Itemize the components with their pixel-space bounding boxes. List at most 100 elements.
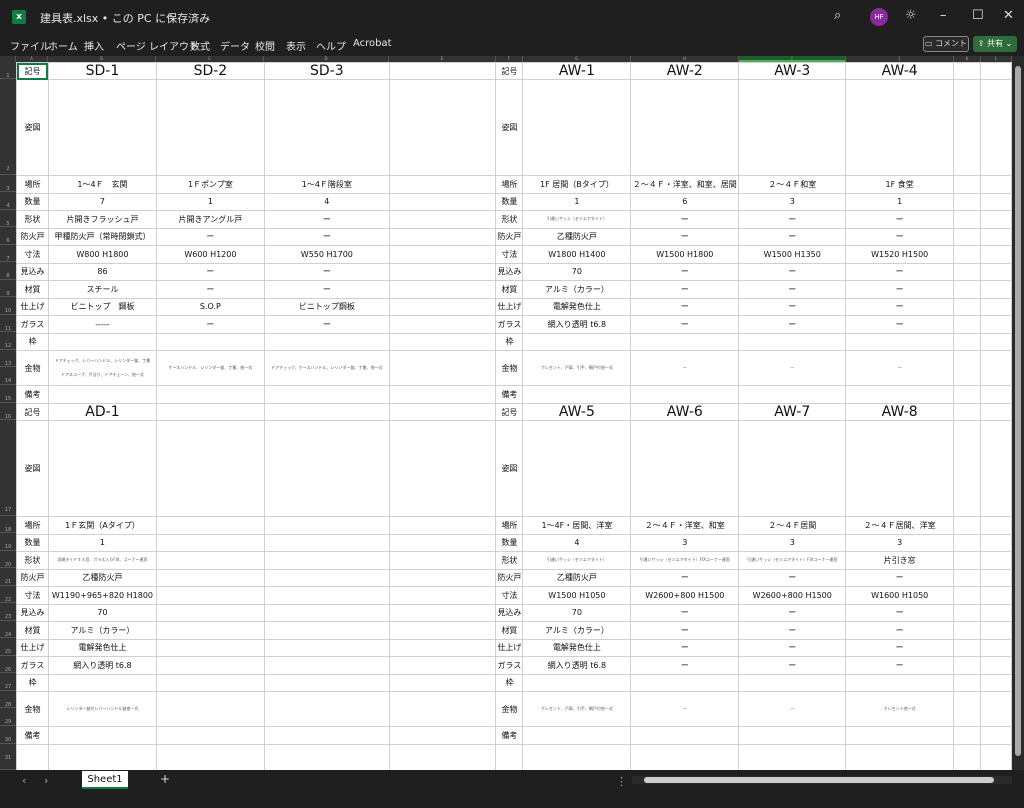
cell[interactable]	[388, 656, 497, 675]
cell[interactable]: ー	[738, 227, 847, 246]
cell[interactable]	[630, 673, 740, 692]
chevron-left-icon[interactable]: ‹	[22, 774, 26, 787]
row-label[interactable]: 防火戸	[495, 568, 524, 587]
row-label[interactable]: 見込み	[16, 603, 49, 622]
cell[interactable]: ー	[630, 568, 740, 587]
item-code[interactable]: AW-2	[630, 62, 740, 80]
item-code[interactable]: AW-5	[522, 403, 632, 421]
cell[interactable]: 1F 居間（Bタイプ）	[522, 175, 632, 194]
row-label[interactable]: 材質	[16, 621, 49, 640]
cell[interactable]	[953, 673, 982, 692]
cell[interactable]	[263, 726, 390, 745]
cell[interactable]	[388, 79, 497, 176]
cell[interactable]: 3	[845, 533, 955, 552]
row-label[interactable]: ガラス	[495, 656, 524, 675]
avatar[interactable]: HF	[870, 8, 888, 26]
cell[interactable]	[495, 744, 524, 770]
cell[interactable]: 片開きフラッシュ戸	[47, 210, 157, 229]
cell[interactable]	[388, 726, 497, 745]
cell[interactable]: W800 H1800	[47, 245, 157, 264]
cell[interactable]: ー	[845, 280, 955, 299]
cell[interactable]	[155, 744, 265, 770]
cell[interactable]	[388, 603, 497, 622]
cell[interactable]	[953, 192, 982, 211]
row-header[interactable]: 1	[0, 62, 16, 79]
row-label[interactable]: 金物	[495, 350, 524, 386]
cell[interactable]	[980, 385, 1012, 404]
cell[interactable]: アルミ（カラー）	[522, 621, 632, 640]
menu-home[interactable]: ホーム	[48, 38, 78, 53]
row-label[interactable]: 防火戸	[16, 227, 49, 246]
more-icon[interactable]: ⋮	[616, 775, 627, 788]
cell[interactable]	[263, 551, 390, 570]
cell[interactable]: W1800 H1400	[522, 245, 632, 264]
cell[interactable]	[388, 516, 497, 535]
cell[interactable]: 片引き窓	[845, 551, 955, 570]
cell[interactable]	[155, 691, 265, 727]
cell[interactable]	[738, 332, 847, 351]
row-header[interactable]: 2	[0, 79, 16, 175]
cell[interactable]	[980, 603, 1012, 622]
row-header[interactable]: 28	[0, 691, 16, 708]
row-label[interactable]: 金物	[16, 691, 49, 727]
row-header[interactable]: 8	[0, 262, 16, 280]
cell[interactable]: 7	[47, 192, 157, 211]
cell[interactable]	[980, 245, 1012, 264]
cell[interactable]	[47, 79, 157, 176]
cell[interactable]	[388, 332, 497, 351]
cell[interactable]: ー	[630, 691, 740, 727]
cell[interactable]	[522, 673, 632, 692]
minimize-icon[interactable]: –	[940, 8, 947, 23]
row-label[interactable]: 数量	[16, 533, 49, 552]
cell[interactable]	[155, 621, 265, 640]
row-label[interactable]: 場所	[16, 175, 49, 194]
cell[interactable]	[738, 673, 847, 692]
row-label[interactable]: 記号	[495, 62, 524, 80]
item-code[interactable]: AD-1	[47, 403, 157, 421]
cell[interactable]	[630, 726, 740, 745]
cell[interactable]: ー	[738, 262, 847, 281]
cell[interactable]: ー	[263, 280, 390, 299]
cell[interactable]	[953, 280, 982, 299]
cell[interactable]: ー	[845, 621, 955, 640]
cell[interactable]	[953, 744, 982, 770]
menu-data[interactable]: データ	[220, 38, 250, 53]
cell[interactable]	[155, 726, 265, 745]
cell[interactable]	[738, 79, 847, 176]
cell[interactable]: クレセント、戸車、引手、網戸付他一式	[522, 691, 632, 727]
cell[interactable]	[953, 332, 982, 351]
row-header[interactable]: 6	[0, 227, 16, 245]
cell[interactable]: W1500 H1050	[522, 586, 632, 605]
row-header[interactable]: 4	[0, 192, 16, 210]
lightbulb-icon[interactable]: ☼	[905, 8, 917, 23]
cell[interactable]	[155, 516, 265, 535]
cell[interactable]: ー	[630, 227, 740, 246]
cell[interactable]	[263, 603, 390, 622]
row-header[interactable]: 12	[0, 332, 16, 350]
cell[interactable]	[263, 744, 390, 770]
cell[interactable]	[953, 210, 982, 229]
cell[interactable]	[980, 638, 1012, 657]
row-label[interactable]: 形状	[16, 210, 49, 229]
cell[interactable]	[522, 332, 632, 351]
cell[interactable]	[388, 420, 497, 517]
cell[interactable]: クレセント、戸車、引手、網戸付他一式	[522, 350, 632, 386]
cell[interactable]: アルミ（カラー）	[47, 621, 157, 640]
cell[interactable]	[155, 385, 265, 404]
row-label[interactable]: 姿図	[495, 79, 524, 176]
cell[interactable]	[388, 280, 497, 299]
cell[interactable]	[630, 744, 740, 770]
cell[interactable]: ー	[630, 638, 740, 657]
cell[interactable]: 1Ｆ玄関（Aタイプ）	[47, 516, 157, 535]
cell[interactable]	[953, 533, 982, 552]
sheet-tab[interactable]: Sheet1	[82, 771, 128, 789]
row-header[interactable]: 15	[0, 385, 16, 403]
cell[interactable]	[522, 420, 632, 517]
row-label[interactable]: 枠	[495, 332, 524, 351]
row-header[interactable]: 18	[0, 516, 16, 533]
cell[interactable]: S.O.P	[155, 297, 265, 316]
cell[interactable]	[388, 621, 497, 640]
cell[interactable]: ー	[845, 603, 955, 622]
row-label[interactable]: ガラス	[16, 656, 49, 675]
cell[interactable]: 70	[47, 603, 157, 622]
